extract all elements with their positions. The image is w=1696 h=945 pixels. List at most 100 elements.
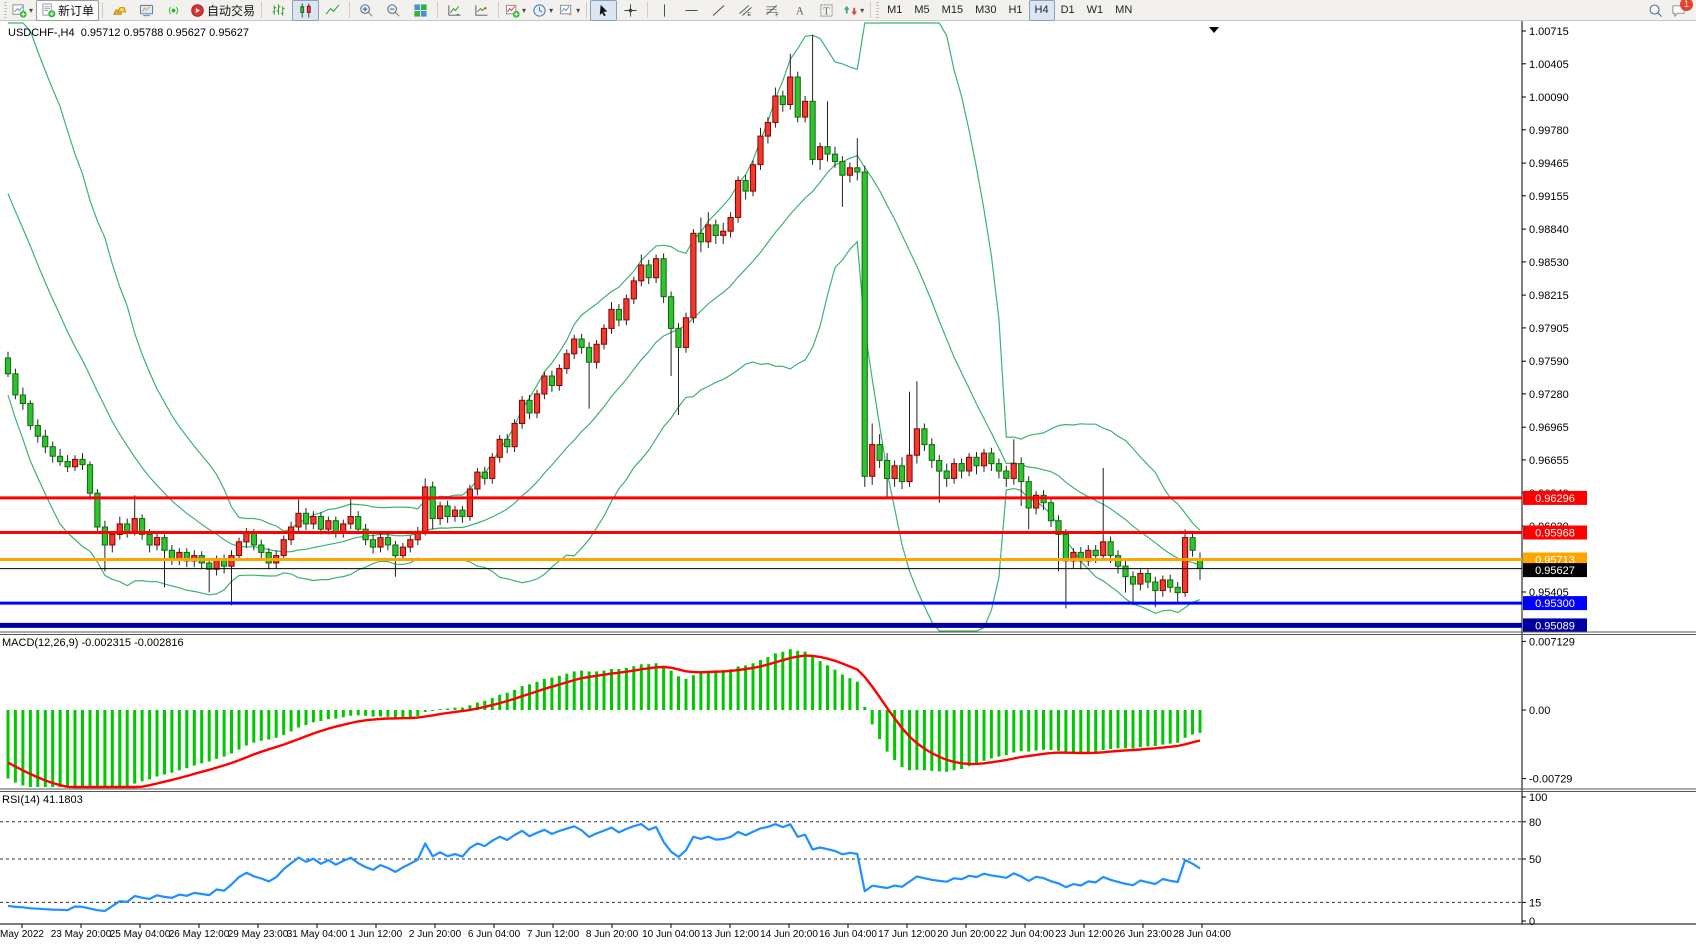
svg-text:E: E: [747, 12, 751, 18]
toolbar-separator: [261, 2, 262, 18]
timeframe-d1[interactable]: D1: [1055, 0, 1081, 21]
dropdown-arrow-icon: ▾: [29, 6, 33, 15]
chart-shift-icon: [474, 3, 489, 18]
indicators-button[interactable]: ▾: [502, 0, 529, 21]
new-order-button-label: 新订单: [58, 2, 94, 19]
channel-tool[interactable]: E: [732, 0, 759, 21]
line-chart-mode-button[interactable]: [319, 0, 346, 21]
cursor-tool[interactable]: [590, 0, 617, 21]
new-order-icon: [41, 3, 56, 18]
autotrading-icon: [190, 3, 205, 18]
svg-text:17 Jun 12:00: 17 Jun 12:00: [878, 929, 936, 940]
svg-text:6 Jun 04:00: 6 Jun 04:00: [468, 929, 521, 940]
toolbar-group-handle[interactable]: [876, 2, 879, 18]
svg-text:13 Jun 12:00: 13 Jun 12:00: [701, 929, 759, 940]
new-chart-button[interactable]: ▾: [9, 0, 36, 21]
crosshair-icon: [623, 3, 638, 18]
svg-text:0.007129: 0.007129: [1529, 636, 1575, 648]
svg-text:14 Jun 20:00: 14 Jun 20:00: [760, 929, 818, 940]
dropdown-arrow-icon: ▾: [576, 6, 580, 15]
arrows-tool[interactable]: ▾: [840, 0, 867, 21]
svg-text:20 Jun 20:00: 20 Jun 20:00: [937, 929, 995, 940]
trendline-icon: [711, 3, 726, 18]
svg-text:8 Jun 20:00: 8 Jun 20:00: [586, 929, 639, 940]
timeframe-w1[interactable]: W1: [1081, 0, 1110, 21]
svg-text:23 May 20:00: 23 May 20:00: [51, 929, 112, 940]
tile-windows-button[interactable]: [407, 0, 434, 21]
vertical-line-tool[interactable]: [651, 0, 678, 21]
channel-icon: E: [738, 3, 753, 18]
auto-scroll-button[interactable]: [441, 0, 468, 21]
trendline-tool[interactable]: [705, 0, 732, 21]
timeframe-mn[interactable]: MN: [1109, 0, 1138, 21]
ingots-button[interactable]: [106, 0, 133, 21]
svg-text:0.98840: 0.98840: [1529, 224, 1569, 236]
dropdown-arrow-icon: ▾: [549, 6, 553, 15]
svg-text:A: A: [796, 5, 805, 17]
autotrading-button[interactable]: 自动交易: [187, 0, 258, 21]
timeframe-h1[interactable]: H1: [1002, 0, 1028, 21]
periods-button[interactable]: ▾: [529, 0, 556, 21]
svg-text:15: 15: [1529, 897, 1541, 909]
svg-text:0.98530: 0.98530: [1529, 257, 1569, 269]
svg-text:May 2022: May 2022: [0, 929, 44, 940]
svg-text:1.00715: 1.00715: [1529, 26, 1569, 38]
timeframe-m5[interactable]: M5: [908, 0, 935, 21]
zoom-out-button[interactable]: [380, 0, 407, 21]
toolbar-separator: [647, 2, 648, 18]
svg-text:80: 80: [1529, 817, 1541, 829]
svg-text:50: 50: [1529, 854, 1541, 866]
new-order-button[interactable]: 新订单: [36, 0, 99, 21]
label-tool[interactable]: T: [813, 0, 840, 21]
ingots-icon: [112, 3, 127, 18]
svg-text:1.00090: 1.00090: [1529, 92, 1569, 104]
zoom-in-button[interactable]: [353, 0, 380, 21]
dropdown-arrow-icon: ▾: [522, 6, 526, 15]
svg-text:25 May 04:00: 25 May 04:00: [110, 929, 171, 940]
fibonacci-tool[interactable]: F: [759, 0, 786, 21]
mql5-community-button[interactable]: [133, 0, 160, 21]
svg-text:0.99780: 0.99780: [1529, 125, 1569, 137]
svg-text:0.95300: 0.95300: [1535, 598, 1575, 610]
zoom-out-icon: [386, 3, 401, 18]
toolbar-separator: [102, 2, 103, 18]
timeframe-m15[interactable]: M15: [936, 0, 969, 21]
svg-text:0.00: 0.00: [1529, 705, 1550, 717]
bar-chart-icon: [271, 3, 286, 18]
fibonacci-icon: F: [765, 3, 780, 18]
chart-shift-button[interactable]: [468, 0, 495, 21]
svg-text:0.96655: 0.96655: [1529, 455, 1569, 467]
search-button[interactable]: [1648, 3, 1663, 18]
svg-text:0.96296: 0.96296: [1535, 493, 1575, 505]
chart-canvas[interactable]: 1.007151.004051.000900.997800.994650.991…: [0, 21, 1696, 945]
timeframe-m1[interactable]: M1: [881, 0, 908, 21]
bar-chart-mode-button[interactable]: [265, 0, 292, 21]
zoom-in-icon: [359, 3, 374, 18]
text-a-icon: A: [792, 3, 807, 18]
svg-text:0.95968: 0.95968: [1535, 528, 1575, 540]
svg-text:0.96965: 0.96965: [1529, 422, 1569, 434]
horizontal-line-tool[interactable]: [678, 0, 705, 21]
crosshair-tool[interactable]: [617, 0, 644, 21]
toolbar-separator: [437, 2, 438, 18]
text-tool[interactable]: A: [786, 0, 813, 21]
chat-button[interactable]: 1: [1671, 3, 1686, 18]
auto-scroll-icon: [447, 3, 462, 18]
toolbar-group-handle[interactable]: [4, 2, 7, 18]
arrows-icon: [843, 3, 858, 18]
svg-text:31 May 04:00: 31 May 04:00: [287, 929, 348, 940]
price-tag-0.96296: 0.96296: [1523, 491, 1587, 505]
svg-text:0.97280: 0.97280: [1529, 389, 1569, 401]
line-chart-icon: [325, 3, 340, 18]
signals-icon: [166, 3, 181, 18]
svg-text:10 Jun 04:00: 10 Jun 04:00: [642, 929, 700, 940]
price-tag-0.95968: 0.95968: [1523, 526, 1587, 540]
svg-text:0.98215: 0.98215: [1529, 290, 1569, 302]
timeframe-m30[interactable]: M30: [969, 0, 1002, 21]
candlestick-mode-button[interactable]: [292, 0, 319, 21]
templates-button[interactable]: ▾: [556, 0, 583, 21]
timeframe-h4[interactable]: H4: [1029, 0, 1055, 21]
svg-text:23 Jun 12:00: 23 Jun 12:00: [1055, 929, 1113, 940]
signals-button[interactable]: [160, 0, 187, 21]
svg-text:1.00405: 1.00405: [1529, 59, 1569, 71]
